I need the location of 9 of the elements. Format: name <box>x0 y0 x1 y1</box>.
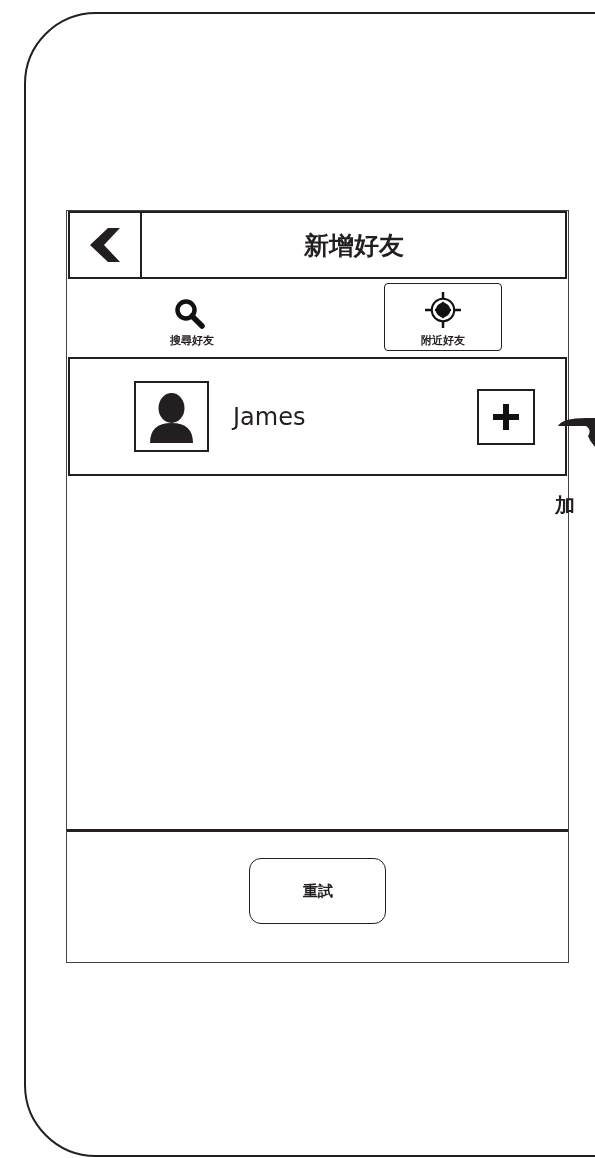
tab[interactable]: 附近好友 <box>383 283 502 351</box>
location-target-icon <box>422 291 463 329</box>
friend-name: James <box>233 402 307 431</box>
avatar-icon <box>134 381 209 452</box>
page-title: 新增好友 <box>302 229 405 262</box>
add-friend-button[interactable] <box>477 388 535 445</box>
plus-icon <box>491 401 521 432</box>
back-chevron-icon <box>90 228 120 262</box>
retry-button[interactable]: 重試 <box>249 858 386 924</box>
